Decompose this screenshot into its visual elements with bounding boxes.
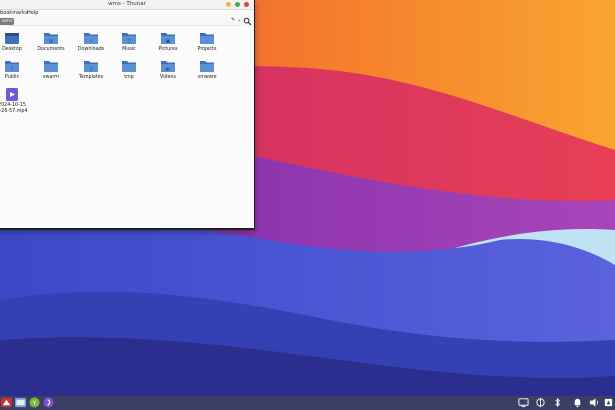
notifications-icon[interactable] — [572, 397, 583, 408]
power-icon[interactable] — [603, 397, 614, 408]
documents-folder-icon: ▤ — [44, 33, 58, 44]
file-label: Projects — [197, 47, 217, 52]
desktop-folder-icon — [5, 33, 19, 44]
templates-folder-icon: ▯ — [84, 61, 98, 72]
video-file-icon — [6, 88, 18, 101]
file-item[interactable]: swarm — [34, 59, 68, 81]
svg-text:▤: ▤ — [49, 38, 54, 44]
file-item[interactable]: ▣ Pictures — [151, 31, 185, 53]
folder-icon — [200, 33, 214, 44]
videos-folder-icon: ▶ — [161, 61, 175, 72]
minimize-button[interactable] — [226, 2, 231, 7]
network-icon[interactable] — [535, 397, 546, 408]
folder-icon — [44, 61, 58, 72]
location-input[interactable] — [10, 18, 242, 26]
file-label: 3-26-57.mp4 — [0, 108, 28, 114]
file-item[interactable]: ⭳ Downloads — [74, 31, 108, 53]
svg-text:⇪: ⇪ — [10, 66, 14, 72]
svg-text:▣: ▣ — [166, 38, 171, 44]
location-bar: wms ✎ ⌄ — [0, 17, 254, 26]
file-label: Music — [122, 47, 136, 52]
file-item[interactable]: ▯ Templates — [74, 59, 108, 81]
terminal-icon[interactable] — [43, 397, 54, 408]
browser-icon[interactable]: Y — [29, 397, 40, 408]
folder-icon — [200, 61, 214, 72]
menu-icon[interactable] — [1, 397, 12, 408]
volume-icon[interactable] — [589, 397, 600, 408]
file-item[interactable]: ⇪ Public — [0, 59, 29, 81]
file-manager-icon[interactable] — [15, 397, 26, 408]
menu-help[interactable]: Help — [27, 10, 38, 16]
file-item[interactable]: 2024-10-153-26-57.mp4 — [0, 87, 29, 114]
menu-bookmarks[interactable]: bookmarks — [0, 10, 28, 16]
bluetooth-icon[interactable] — [552, 397, 563, 408]
screen-icon[interactable] — [518, 397, 529, 408]
edit-location-icon[interactable]: ✎ — [231, 17, 235, 23]
thunar-window[interactable]: wms - Thunar bookmarks Help wms ✎ ⌄ Desk… — [0, 0, 255, 230]
file-label: Documents — [37, 47, 65, 52]
file-label: Downloads — [77, 47, 105, 52]
music-folder-icon: ♫ — [122, 33, 136, 44]
file-label: Public — [4, 75, 20, 80]
file-label: Videos — [160, 75, 176, 80]
file-label: Pictures — [158, 47, 178, 52]
file-label: tmp — [124, 75, 134, 80]
chevron-down-icon[interactable]: ⌄ — [237, 17, 241, 23]
file-item[interactable]: Projects — [190, 31, 224, 53]
svg-text:▯: ▯ — [90, 66, 93, 72]
file-item[interactable]: vmware — [190, 59, 224, 81]
svg-text:Y: Y — [32, 399, 37, 407]
close-button[interactable] — [244, 2, 249, 7]
window-title: wms - Thunar — [108, 1, 146, 7]
file-label: vmware — [197, 75, 217, 80]
svg-text:▶: ▶ — [166, 66, 170, 72]
file-label: swarm — [43, 75, 59, 80]
public-folder-icon: ⇪ — [5, 61, 19, 72]
menubar: bookmarks Help — [0, 9, 254, 17]
file-label: 2024-10-15 — [0, 103, 26, 108]
file-item[interactable]: tmp — [112, 59, 146, 81]
taskbar: Y — [0, 396, 615, 410]
file-item[interactable]: ▤ Documents — [34, 31, 68, 53]
downloads-folder-icon: ⭳ — [84, 33, 98, 44]
file-item[interactable]: Desktop — [0, 31, 29, 53]
search-icon[interactable] — [243, 17, 252, 26]
svg-text:⭳: ⭳ — [90, 38, 92, 44]
file-item[interactable]: ♫ Music — [112, 31, 146, 53]
svg-text:♫: ♫ — [127, 38, 131, 44]
folder-icon — [122, 61, 136, 72]
pictures-folder-icon: ▣ — [161, 33, 175, 44]
maximize-button[interactable] — [235, 2, 240, 7]
file-label: Templates — [78, 75, 104, 80]
file-item[interactable]: ▶ Videos — [151, 59, 185, 81]
file-label: Desktop — [2, 47, 22, 52]
